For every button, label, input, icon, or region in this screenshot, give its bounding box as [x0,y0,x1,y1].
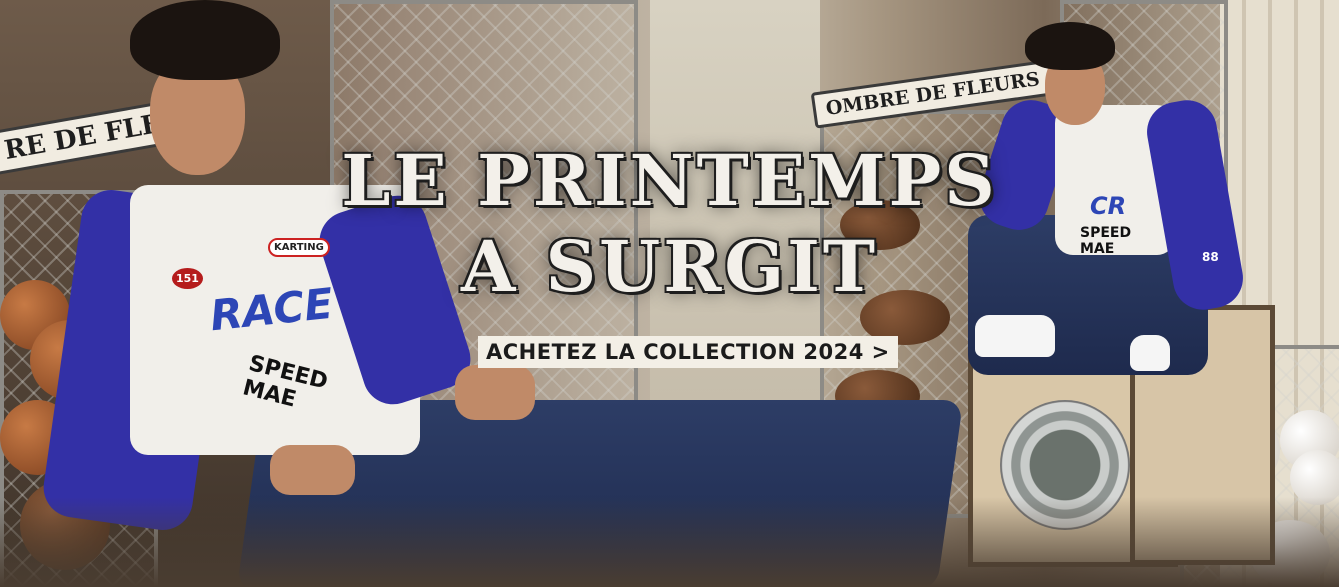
hair [1025,22,1115,70]
hero-banner[interactable]: RE DE FLEURS OMBRE DE FLEURS RACE SPEED … [0,0,1339,587]
headline-line-1: LE PRINTEMPS [341,139,998,222]
headline-line-2: A SURGIT [460,225,879,308]
shop-collection-link[interactable]: ACHETEZ LA COLLECTION 2024 > [478,336,898,368]
hand [455,365,535,420]
floor-shadow [0,497,1339,587]
sneaker [1130,335,1170,371]
hand [270,445,355,495]
banner-headline: LE PRINTEMPS A SURGIT [0,138,1339,310]
sneaker [975,315,1055,357]
hair [130,0,280,80]
